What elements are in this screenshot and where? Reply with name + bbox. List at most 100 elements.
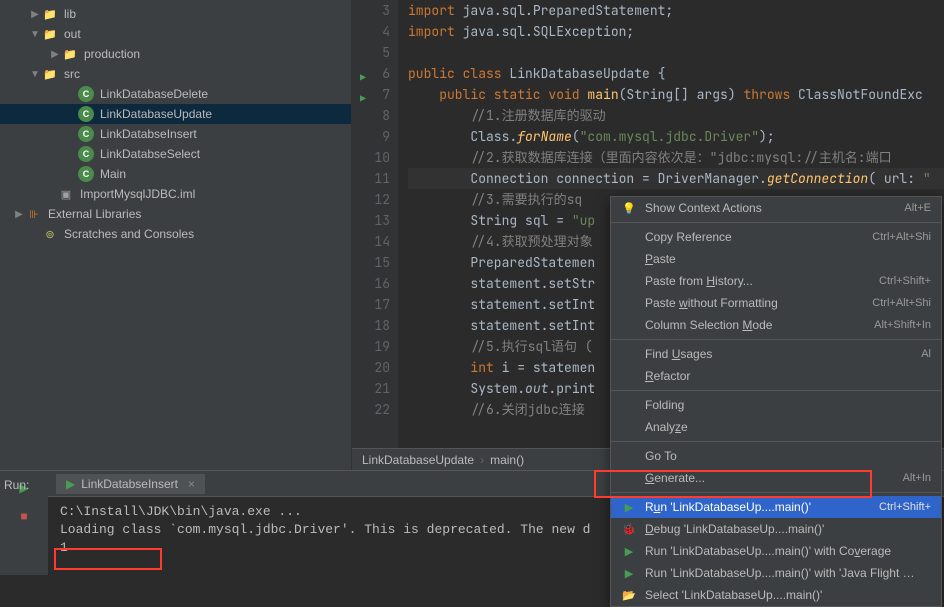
gutter-line[interactable]: 20 (352, 357, 390, 378)
context-menu-item[interactable]: Copy ReferenceCtrl+Alt+Shi (611, 226, 941, 248)
tree-expand-icon[interactable] (48, 49, 62, 60)
gutter-line[interactable]: 14 (352, 231, 390, 252)
breadcrumb-method[interactable]: main() (490, 453, 524, 467)
menu-item-label: Paste without Formatting (645, 296, 864, 310)
context-menu-item[interactable]: ▶Run 'LinkDatabaseUp....main()' with Cov… (611, 540, 941, 562)
context-menu-item[interactable]: Column Selection ModeAlt+Shift+In (611, 314, 941, 336)
tree-item[interactable]: 📁out (0, 24, 351, 44)
context-menu-item[interactable]: Go To (611, 445, 941, 467)
context-menu-item[interactable]: Paste without FormattingCtrl+Alt+Shi (611, 292, 941, 314)
gutter-line[interactable]: 17 (352, 294, 390, 315)
gutter-line[interactable]: 18 (352, 315, 390, 336)
tree-item[interactable]: CLinkDatabaseUpdate (0, 104, 351, 124)
menu-item-label: Refactor (645, 369, 923, 383)
context-menu-item[interactable]: Generate...Alt+In (611, 467, 941, 489)
gutter-line[interactable]: 21 (352, 378, 390, 399)
tree-item-label: LinkDatabseSelect (100, 147, 200, 161)
tree-item[interactable]: CMain (0, 164, 351, 184)
project-tree[interactable]: 📁lib📁out📁production📁srcCLinkDatabaseDele… (0, 0, 352, 470)
gutter-line[interactable]: 3 (352, 0, 390, 21)
tree-item[interactable]: 📁lib (0, 4, 351, 24)
tree-item[interactable]: ▣ImportMysqlJDBC.iml (0, 184, 351, 204)
tree-expand-icon[interactable] (28, 69, 42, 80)
context-menu-item[interactable]: 📂Select 'LinkDatabaseUp....main()' (611, 584, 941, 606)
context-menu-item[interactable]: Paste (611, 248, 941, 270)
tree-item[interactable]: 📁src (0, 64, 351, 84)
menu-item-shortcut: Alt+Shift+In (874, 319, 931, 331)
menu-item-shortcut: Ctrl+Shift+ (879, 501, 931, 513)
menu-item-label: Run 'LinkDatabaseUp....main()' with Cove… (645, 544, 923, 558)
tree-item[interactable]: CLinkDatabseInsert (0, 124, 351, 144)
gutter-line[interactable]: 15 (352, 252, 390, 273)
code-line[interactable]: public static void main(String[] args) t… (408, 84, 944, 105)
context-menu-item[interactable]: ▶Run 'LinkDatabaseUp....main()'Ctrl+Shif… (611, 496, 941, 518)
tree-expand-icon[interactable] (12, 209, 26, 220)
menu-item-label: Generate... (645, 471, 895, 485)
menu-item-label: Debug 'LinkDatabaseUp....main()' (645, 522, 923, 536)
run-tab[interactable]: ▶ LinkDatabseInsert × (56, 474, 205, 494)
context-menu-item[interactable]: Paste from History...Ctrl+Shift+ (611, 270, 941, 292)
context-menu-item[interactable]: ▶ Run 'LinkDatabaseUp....main()' with 'Ja… (611, 562, 941, 584)
tree-item[interactable]: ⊚Scratches and Consoles (0, 224, 351, 244)
play-jfr-icon: ▶ (621, 567, 637, 580)
code-line[interactable]: import java.sql.SQLException; (408, 21, 944, 42)
code-line[interactable] (408, 42, 944, 63)
editor-gutter[interactable]: 3456▶7▶8910111213141516171819202122 (352, 0, 398, 448)
menu-separator (611, 390, 941, 391)
gutter-line[interactable]: 19 (352, 336, 390, 357)
code-line[interactable]: Connection connection = DriverManager.ge… (408, 168, 944, 189)
breadcrumb-class[interactable]: LinkDatabaseUpdate (362, 453, 474, 467)
gutter-line[interactable]: 5 (352, 42, 390, 63)
tree-item-label: src (64, 67, 80, 81)
context-menu-item[interactable]: Analyze (611, 416, 941, 438)
code-line[interactable]: //1.注册数据库的驱动 (408, 105, 944, 126)
gutter-line[interactable]: 22 (352, 399, 390, 420)
run-label: Run: (4, 478, 29, 492)
gutter-line[interactable]: 10 (352, 147, 390, 168)
code-line[interactable]: public class LinkDatabaseUpdate { (408, 63, 944, 84)
class-icon: C (78, 86, 94, 102)
tree-expand-icon[interactable] (28, 9, 42, 20)
context-menu-item[interactable]: 💡Show Context ActionsAlt+E (611, 197, 941, 219)
open-icon: 📂 (621, 589, 637, 602)
tree-item[interactable]: 📁production (0, 44, 351, 64)
tree-item[interactable]: CLinkDatabaseDelete (0, 84, 351, 104)
context-menu-item[interactable]: 🐞Debug 'LinkDatabaseUp....main()' (611, 518, 941, 540)
run-stop-button[interactable]: ■ (13, 505, 35, 527)
tree-item-label: lib (64, 7, 76, 21)
code-line[interactable]: //2.获取数据库连接（里面内容依次是："jdbc:mysql://主机名:端口 (408, 147, 944, 168)
gutter-line[interactable]: 16 (352, 273, 390, 294)
context-menu-item[interactable]: Folding (611, 394, 941, 416)
menu-separator (611, 222, 941, 223)
menu-separator (611, 441, 941, 442)
gutter-line[interactable]: 6▶ (352, 63, 390, 84)
code-line[interactable]: Class.forName("com.mysql.jdbc.Driver"); (408, 126, 944, 147)
editor-context-menu[interactable]: 💡Show Context ActionsAlt+E Copy Reference… (610, 196, 942, 607)
context-menu-item[interactable]: Find UsagesAl (611, 343, 941, 365)
class-icon: C (78, 146, 94, 162)
library-icon: ⊪ (26, 206, 42, 222)
tree-item-label: External Libraries (48, 207, 141, 221)
gutter-line[interactable]: 4 (352, 21, 390, 42)
tree-expand-icon[interactable] (28, 29, 42, 40)
gutter-line[interactable]: 7▶ (352, 84, 390, 105)
tree-item-label: out (64, 27, 81, 41)
context-menu-item[interactable]: Refactor (611, 365, 941, 387)
menu-item-label: Run 'LinkDatabaseUp....main()' with 'Jav… (645, 566, 923, 580)
gutter-line[interactable]: 9 (352, 126, 390, 147)
menu-item-label: Run 'LinkDatabaseUp....main()' (645, 500, 871, 514)
module-file-icon: ▣ (58, 186, 74, 202)
class-icon: C (78, 126, 94, 142)
gutter-line[interactable]: 11 (352, 168, 390, 189)
tree-item[interactable]: ⊪ External Libraries (0, 204, 351, 224)
run-tab-label: LinkDatabseInsert (81, 477, 178, 491)
menu-item-label: Paste from History... (645, 274, 871, 288)
gutter-line[interactable]: 13 (352, 210, 390, 231)
code-line[interactable]: import java.sql.PreparedStatement; (408, 0, 944, 21)
gutter-line[interactable]: 8 (352, 105, 390, 126)
tree-item-label: LinkDatabaseUpdate (100, 107, 212, 121)
tree-item[interactable]: C LinkDatabseSelect (0, 144, 351, 164)
menu-item-label: Go To (645, 449, 923, 463)
close-icon[interactable]: × (188, 477, 195, 491)
gutter-line[interactable]: 12 (352, 189, 390, 210)
